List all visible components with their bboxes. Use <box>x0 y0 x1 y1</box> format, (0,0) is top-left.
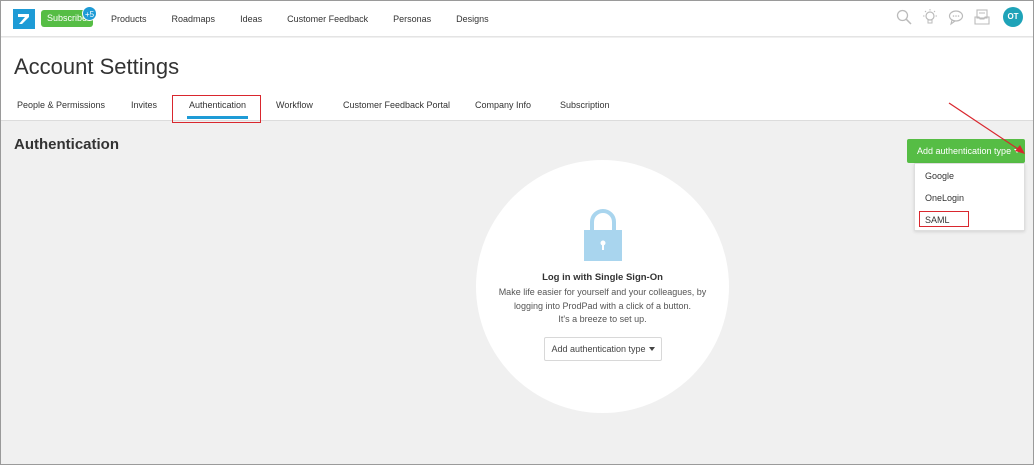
empty-state-title: Log in with Single Sign-On <box>542 272 663 283</box>
main-nav: Products Roadmaps Ideas Customer Feedbac… <box>111 1 514 37</box>
dropdown-option-onelogin[interactable]: OneLogin <box>925 193 964 203</box>
lightbulb-icon[interactable] <box>921 8 939 26</box>
lock-icon <box>584 209 622 261</box>
tab-customer-feedback-portal[interactable]: Customer Feedback Portal <box>343 100 450 110</box>
nav-icon-group <box>895 8 991 26</box>
nav-link-customer-feedback[interactable]: Customer Feedback <box>287 1 368 37</box>
search-icon[interactable] <box>895 8 913 26</box>
caret-down-icon <box>648 347 655 351</box>
tab-people-permissions[interactable]: People & Permissions <box>17 100 105 110</box>
nav-link-personas[interactable]: Personas <box>393 1 431 37</box>
annotation-arrow-icon <box>948 102 1025 154</box>
page-header: Account Settings People & Permissions In… <box>1 38 1033 121</box>
empty-state-description: Make life easier for yourself and your c… <box>491 286 714 327</box>
chat-bubble-icon[interactable] <box>947 8 965 26</box>
tab-subscription[interactable]: Subscription <box>560 100 610 110</box>
prodpad-logo-icon[interactable] <box>13 9 35 29</box>
empty-state-desc-line: logging into ProdPad with a click of a b… <box>513 300 692 311</box>
nav-link-products[interactable]: Products <box>111 1 147 37</box>
user-avatar[interactable]: OT <box>1003 7 1023 27</box>
saml-highlight-annotation <box>919 211 969 227</box>
nav-link-ideas[interactable]: Ideas <box>240 1 262 37</box>
subscribe-label: Subscribe <box>47 13 88 23</box>
app-frame: Subscribe +5 Products Roadmaps Ideas Cus… <box>0 0 1034 465</box>
page-title: Account Settings <box>14 54 180 79</box>
section-title: Authentication <box>14 136 119 153</box>
dropdown-option-google[interactable]: Google <box>925 171 954 181</box>
tab-workflow[interactable]: Workflow <box>276 100 313 110</box>
subscribe-count-badge: +5 <box>82 6 97 21</box>
inbox-icon[interactable] <box>973 8 991 26</box>
empty-state-add-auth-button[interactable]: Add authentication type <box>544 337 662 361</box>
tab-highlight-annotation <box>172 95 261 123</box>
nav-link-designs[interactable]: Designs <box>456 1 489 37</box>
empty-state-button-label: Add authentication type <box>551 344 646 354</box>
nav-link-roadmaps[interactable]: Roadmaps <box>172 1 216 37</box>
empty-state-desc-line: Make life easier for yourself and your c… <box>498 287 707 297</box>
top-nav: Subscribe +5 Products Roadmaps Ideas Cus… <box>1 1 1033 37</box>
tab-invites[interactable]: Invites <box>131 100 157 110</box>
tab-company-info[interactable]: Company Info <box>475 100 531 110</box>
empty-state-desc-line: It's a breeze to set up. <box>558 314 647 324</box>
